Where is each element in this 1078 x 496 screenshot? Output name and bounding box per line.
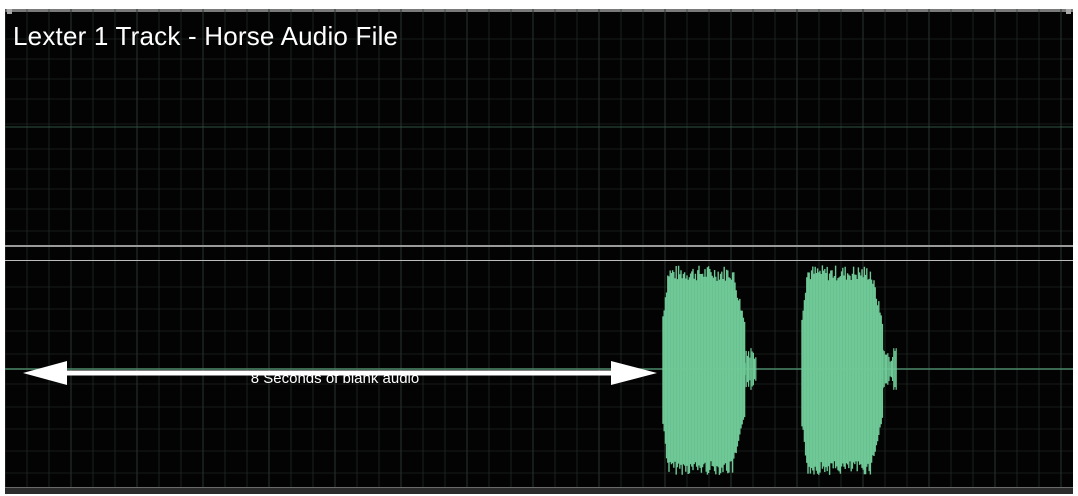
audio-track-view[interactable]: Lexter 1 Track - Horse Audio File [5,9,1073,494]
arrow-head-right [611,361,657,385]
annotation-label: 8 Seconds of blank audio [250,370,420,387]
waveform-layer [5,265,1073,475]
waveform-clip-1[interactable] [662,265,757,475]
time-ruler[interactable] [5,487,1073,494]
arrow-head-left [23,361,67,385]
track-title: Lexter 1 Track - Horse Audio File [13,21,399,51]
waveform-clip-2[interactable] [801,265,897,475]
